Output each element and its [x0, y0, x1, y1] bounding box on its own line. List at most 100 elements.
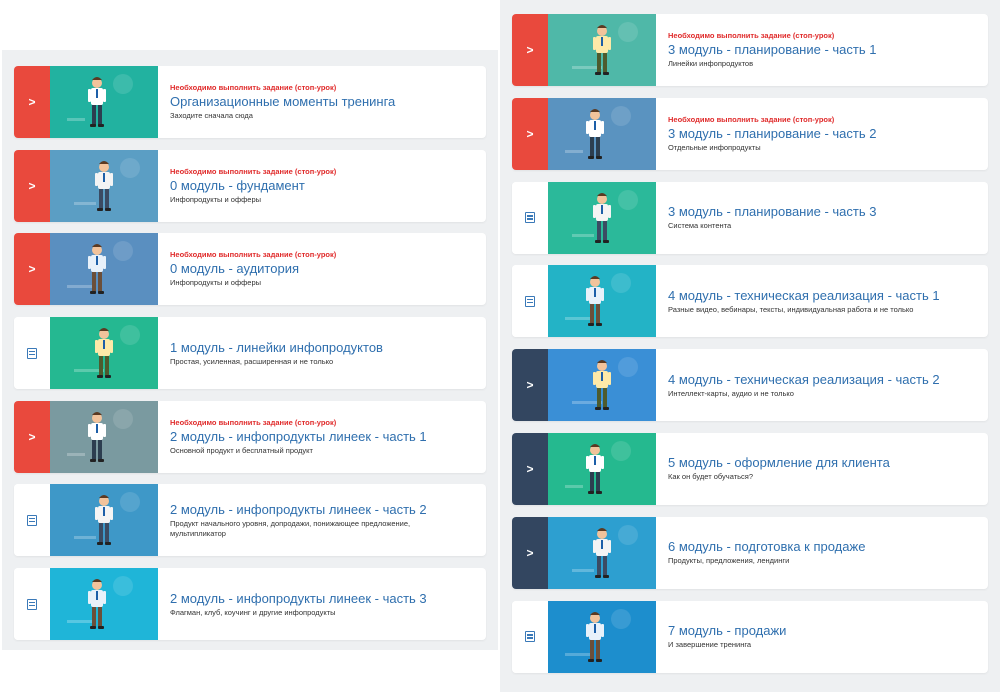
module-subtitle: Основной продукт и бесплатный продукт [170, 445, 313, 455]
module-card[interactable]: 1 модуль - линейки инфопродуктов Простая… [14, 317, 486, 390]
chevron-right-icon: > [526, 126, 534, 141]
module-subtitle: Интеллект-карты, аудио и не только [668, 388, 794, 398]
module-status-strip[interactable] [512, 600, 548, 673]
module-card[interactable]: > Необходимо выполнить задание (стоп-уро… [14, 66, 486, 138]
module-title-link[interactable]: 4 модуль - техническая реализация - част… [668, 288, 940, 303]
module-subtitle: Продукты, предложения, лендинги [668, 556, 790, 566]
module-status-strip[interactable] [14, 568, 50, 641]
stop-lesson-warning: Необходимо выполнить задание (стоп-урок) [668, 31, 835, 40]
module-status-strip[interactable]: > [512, 349, 548, 422]
chevron-right-icon: > [28, 429, 36, 444]
document-icon [525, 631, 535, 643]
module-card[interactable]: 2 модуль - инфопродукты линеек - часть 3… [14, 568, 486, 641]
module-status-strip[interactable]: > [512, 432, 548, 505]
module-title-link[interactable]: 0 модуль - аудитория [170, 261, 336, 276]
module-status-strip[interactable]: > [512, 14, 548, 86]
module-card[interactable]: 4 модуль - техническая реализация - част… [512, 265, 988, 338]
module-card[interactable]: > 6 модуль - подготовка к продаже Продук… [512, 516, 988, 589]
stop-lesson-warning: Необходимо выполнить задание (стоп-урок) [170, 417, 337, 427]
module-subtitle: Инфопродукты и офферы [170, 194, 262, 204]
module-thumbnail[interactable] [50, 568, 158, 641]
module-info: Необходимо выполнить задание (стоп-урок)… [158, 66, 405, 138]
module-info: 5 модуль - оформление для клиента Как он… [656, 433, 900, 505]
module-title-link[interactable]: Организационные моменты тренинга [170, 94, 395, 109]
module-card[interactable]: > Необходимо выполнить задание (стоп-уро… [14, 149, 486, 222]
module-title-link[interactable]: 4 модуль - техническая реализация - част… [668, 372, 940, 387]
module-info: 4 модуль - техническая реализация - част… [656, 265, 950, 337]
module-status-strip[interactable]: > [14, 400, 50, 473]
chevron-right-icon: > [526, 545, 534, 560]
stop-lesson-warning: Необходимо выполнить задание (стоп-урок) [668, 114, 835, 124]
module-subtitle: Инфопродукты и офферы [170, 278, 262, 288]
module-title-link[interactable]: 0 модуль - фундамент [170, 178, 336, 193]
module-card[interactable]: 7 модуль - продажи И завершение тренинга [512, 600, 988, 673]
module-info: Необходимо выполнить задание (стоп-урок)… [656, 98, 886, 170]
stop-lesson-warning: Необходимо выполнить задание (стоп-урок) [170, 83, 337, 92]
module-thumbnail[interactable] [548, 600, 656, 673]
module-card[interactable]: > Необходимо выполнить задание (стоп-уро… [14, 233, 486, 306]
module-title-link[interactable]: 1 модуль - линейки инфопродуктов [170, 340, 383, 355]
document-icon [27, 347, 37, 359]
module-subtitle: Как он будет обучаться? [668, 472, 754, 482]
module-info: Необходимо выполнить задание (стоп-урок)… [158, 150, 346, 222]
course-module-list-right: > Необходимо выполнить задание (стоп-уро… [500, 0, 1000, 692]
module-info: 2 модуль - инфопродукты линеек - часть 3… [158, 568, 437, 640]
module-thumbnail[interactable] [50, 484, 158, 557]
module-status-strip[interactable] [512, 265, 548, 338]
module-card[interactable]: > 4 модуль - техническая реализация - ча… [512, 349, 988, 422]
module-subtitle: Простая, усиленная, расширенная и не тол… [170, 356, 334, 366]
module-card[interactable]: 2 модуль - инфопродукты линеек - часть 2… [14, 484, 486, 557]
module-info: Необходимо выполнить задание (стоп-урок)… [158, 233, 346, 305]
module-info: 4 модуль - техническая реализация - част… [656, 349, 950, 421]
module-title-link[interactable]: 2 модуль - инфопродукты линеек - часть 1 [170, 429, 427, 444]
module-subtitle: Заходите сначала сюда [170, 111, 253, 120]
module-info: 7 модуль - продажи И завершение тренинга [656, 601, 796, 673]
module-thumbnail[interactable] [548, 349, 656, 422]
module-info: 3 модуль - планирование - часть 3 Систем… [656, 182, 886, 254]
module-status-strip[interactable] [14, 484, 50, 557]
module-info: Необходимо выполнить задание (стоп-урок)… [158, 401, 437, 473]
module-title-link[interactable]: 6 модуль - подготовка к продаже [668, 539, 865, 554]
module-thumbnail[interactable] [548, 181, 656, 254]
module-status-strip[interactable]: > [14, 66, 50, 138]
chevron-right-icon: > [526, 378, 534, 393]
chevron-right-icon: > [526, 43, 534, 57]
course-module-list-left: > Необходимо выполнить задание (стоп-уро… [2, 50, 498, 650]
module-thumbnail[interactable] [50, 66, 158, 138]
module-thumbnail[interactable] [50, 149, 158, 222]
module-title-link[interactable]: 7 модуль - продажи [668, 623, 786, 638]
module-card[interactable]: > Необходимо выполнить задание (стоп-уро… [14, 400, 486, 473]
document-icon [525, 212, 535, 224]
module-title-link[interactable]: 3 модуль - планирование - часть 3 [668, 204, 876, 219]
module-status-strip[interactable]: > [512, 97, 548, 170]
module-title-link[interactable]: 3 модуль - планирование - часть 2 [668, 126, 876, 141]
module-thumbnail[interactable] [50, 400, 158, 473]
module-card[interactable]: 3 модуль - планирование - часть 3 Систем… [512, 181, 988, 254]
module-card[interactable]: > Необходимо выполнить задание (стоп-уро… [512, 97, 988, 170]
module-thumbnail[interactable] [548, 516, 656, 589]
module-title-link[interactable]: 2 модуль - инфопродукты линеек - часть 2 [170, 502, 450, 517]
module-status-strip[interactable] [512, 181, 548, 254]
module-title-link[interactable]: 3 модуль - планирование - часть 1 [668, 42, 876, 57]
module-thumbnail[interactable] [548, 97, 656, 170]
module-status-strip[interactable]: > [512, 516, 548, 589]
module-thumbnail[interactable] [548, 265, 656, 338]
module-thumbnail[interactable] [548, 14, 656, 86]
module-thumbnail[interactable] [50, 233, 158, 306]
module-card[interactable]: > Необходимо выполнить задание (стоп-уро… [512, 14, 988, 86]
module-thumbnail[interactable] [548, 432, 656, 505]
module-status-strip[interactable] [14, 317, 50, 390]
module-info: Необходимо выполнить задание (стоп-урок)… [656, 14, 886, 86]
module-title-link[interactable]: 5 модуль - оформление для клиента [668, 455, 890, 470]
stop-lesson-warning: Необходимо выполнить задание (стоп-урок) [170, 250, 337, 260]
module-subtitle: Продукт начального уровня, допродажи, по… [170, 518, 411, 538]
module-thumbnail[interactable] [50, 317, 158, 390]
chevron-right-icon: > [28, 178, 36, 193]
module-title-link[interactable]: 2 модуль - инфопродукты линеек - часть 3 [170, 591, 427, 606]
module-card[interactable]: > 5 модуль - оформление для клиента Как … [512, 432, 988, 505]
module-subtitle: Линейки инфопродуктов [668, 59, 754, 68]
module-subtitle: Разные видео, вебинары, тексты, индивиду… [668, 304, 914, 314]
module-status-strip[interactable]: > [14, 233, 50, 306]
module-status-strip[interactable]: > [14, 149, 50, 222]
chevron-right-icon: > [28, 262, 36, 277]
